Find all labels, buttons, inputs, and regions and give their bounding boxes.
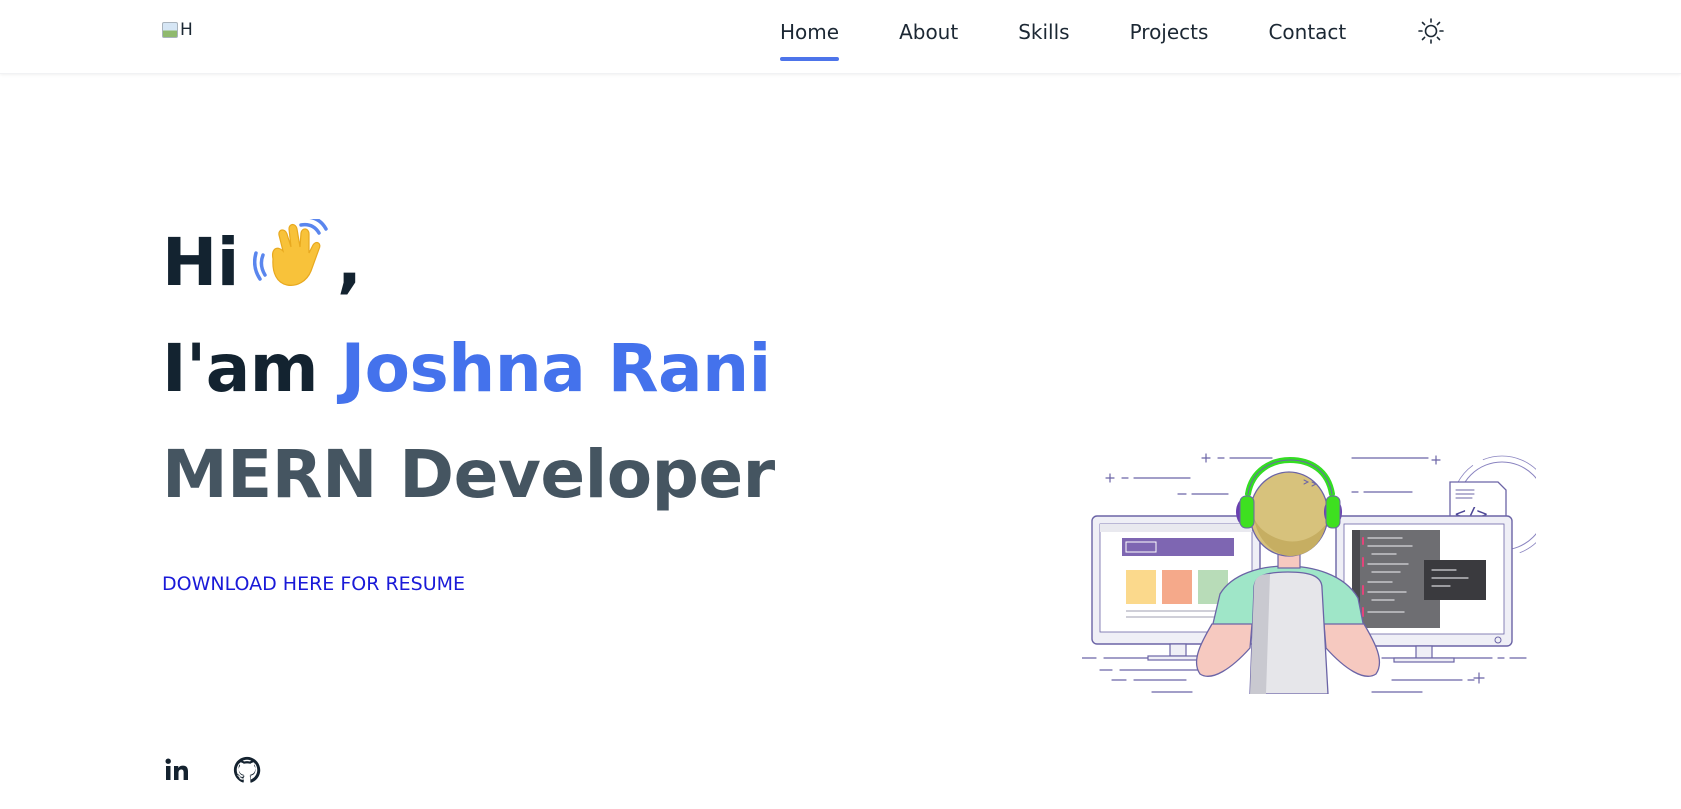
nav-item-home[interactable]: Home: [780, 0, 840, 61]
logo[interactable]: H: [162, 19, 193, 41]
greeting-text: Hi: [162, 224, 239, 301]
developer-role: MERN Developer: [162, 436, 775, 513]
theme-toggle-button[interactable]: [1416, 16, 1446, 46]
hero-intro: I'am Joshna Rani: [162, 316, 775, 422]
linkedin-icon: [165, 758, 188, 780]
linkedin-link[interactable]: [162, 755, 192, 785]
nav-item-projects[interactable]: Projects: [1130, 0, 1209, 44]
social-links: [162, 755, 262, 785]
site-header: H Home About Skills Projects Contact: [0, 0, 1681, 74]
intro-prefix: I'am: [162, 330, 319, 407]
hero-section: Hi , I'am Joshna Rani MERN Developer: [162, 210, 775, 528]
developer-illustration: </>: [1082, 453, 1536, 694]
main-nav: Home About Skills Projects Contact: [780, 0, 1406, 74]
waving-hand-icon: [252, 219, 328, 286]
download-resume-link[interactable]: DOWNLOAD HERE FOR RESUME: [162, 573, 465, 595]
nav-item-skills[interactable]: Skills: [1018, 0, 1069, 44]
github-icon: [233, 756, 261, 783]
github-link[interactable]: [232, 755, 262, 785]
sun-icon: [1418, 18, 1444, 44]
nav-item-contact[interactable]: Contact: [1268, 0, 1346, 44]
hero-greeting: Hi ,: [162, 210, 775, 316]
developer-name: Joshna Rani: [340, 330, 772, 407]
broken-image-icon: [162, 22, 178, 38]
greeting-suffix: ,: [336, 224, 362, 301]
nav-item-about[interactable]: About: [899, 0, 958, 44]
logo-alt-text: H: [180, 20, 193, 40]
